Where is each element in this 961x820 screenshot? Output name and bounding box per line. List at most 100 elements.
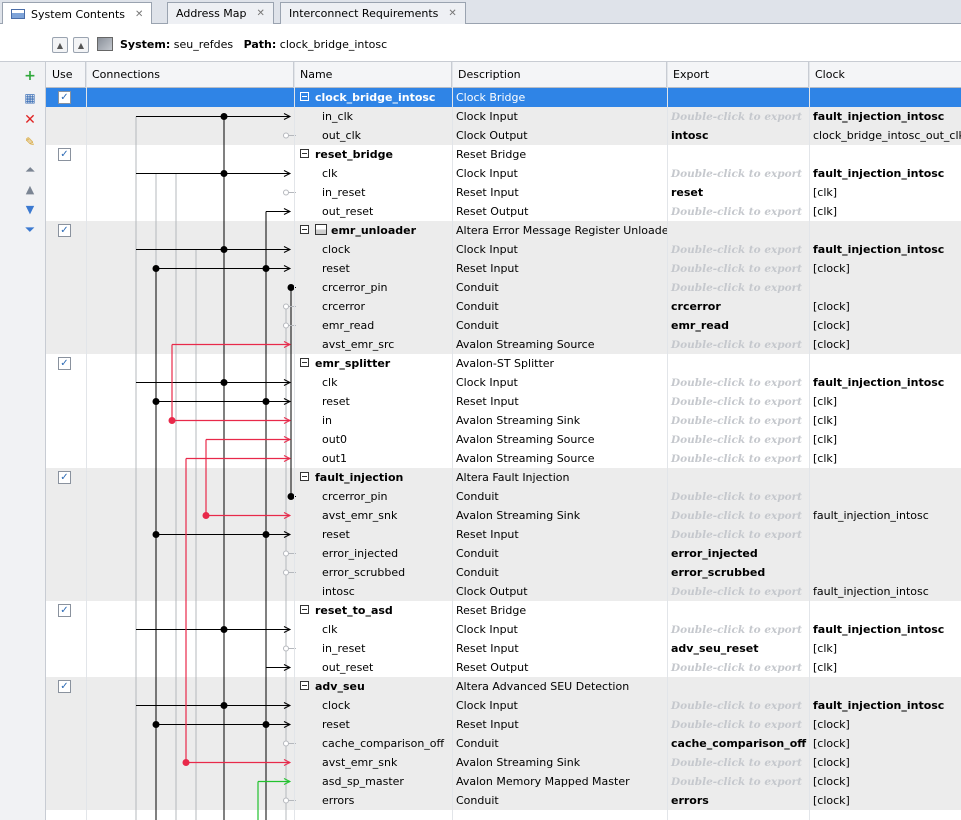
- name-cell[interactable]: clk: [294, 373, 452, 392]
- close-icon[interactable]: ✕: [448, 8, 456, 19]
- export-cell[interactable]: Double-click to export: [667, 107, 809, 126]
- export-cell[interactable]: Double-click to export: [667, 525, 809, 544]
- export-cell[interactable]: Double-click to export: [667, 430, 809, 449]
- export-cell[interactable]: adv_seu_reset: [667, 639, 809, 658]
- name-cell[interactable]: out_reset: [294, 202, 452, 221]
- junction-dot[interactable]: [283, 132, 289, 139]
- junction-dot[interactable]: [220, 702, 228, 709]
- clock-cell[interactable]: [809, 525, 961, 544]
- collapse-icon[interactable]: [300, 92, 309, 101]
- clock-cell[interactable]: [clock]: [809, 734, 961, 753]
- export-cell[interactable]: Double-click to export: [667, 658, 809, 677]
- clock-cell[interactable]: fault_injection_intosc: [809, 107, 961, 126]
- name-cell[interactable]: emr_read: [294, 316, 452, 335]
- junction-dot[interactable]: [262, 721, 270, 728]
- name-cell[interactable]: in_reset: [294, 183, 452, 202]
- export-cell[interactable]: [667, 221, 809, 240]
- export-cell[interactable]: Double-click to export: [667, 411, 809, 430]
- clock-cell[interactable]: [809, 563, 961, 582]
- col-export[interactable]: Export: [667, 62, 809, 88]
- clock-cell[interactable]: [clock]: [809, 335, 961, 354]
- close-icon[interactable]: ✕: [135, 9, 143, 20]
- junction-dot[interactable]: [152, 265, 160, 272]
- export-cell[interactable]: Double-click to export: [667, 487, 809, 506]
- export-cell[interactable]: Double-click to export: [667, 506, 809, 525]
- name-cell[interactable]: in_reset: [294, 639, 452, 658]
- export-cell[interactable]: Double-click to export: [667, 392, 809, 411]
- move-top-icon[interactable]: ⏶: [22, 162, 38, 178]
- name-cell[interactable]: emr_unloader: [294, 221, 452, 240]
- junction-dot[interactable]: [283, 569, 289, 576]
- name-cell[interactable]: clock_bridge_intosc: [294, 88, 452, 107]
- export-cell[interactable]: [667, 354, 809, 373]
- junction-dot[interactable]: [283, 189, 289, 196]
- clock-cell[interactable]: fault_injection_intosc: [809, 240, 961, 259]
- col-name[interactable]: Name: [294, 62, 452, 88]
- edit-icon[interactable]: ✎: [22, 134, 38, 150]
- clock-cell[interactable]: [809, 221, 961, 240]
- junction-dot[interactable]: [262, 531, 270, 538]
- col-use[interactable]: Use: [46, 62, 86, 88]
- use-checkbox[interactable]: ✓: [58, 91, 71, 104]
- name-cell[interactable]: reset: [294, 715, 452, 734]
- clock-cell[interactable]: [clock]: [809, 715, 961, 734]
- export-cell[interactable]: Double-click to export: [667, 259, 809, 278]
- clock-cell[interactable]: fault_injection_intosc: [809, 696, 961, 715]
- clock-cell[interactable]: fault_injection_intosc: [809, 582, 961, 601]
- export-cell[interactable]: [667, 468, 809, 487]
- export-cell[interactable]: intosc: [667, 126, 809, 145]
- name-cell[interactable]: clk: [294, 620, 452, 639]
- export-cell[interactable]: error_injected: [667, 544, 809, 563]
- export-cell[interactable]: errors: [667, 791, 809, 810]
- clock-cell[interactable]: [809, 544, 961, 563]
- remove-icon[interactable]: ✕: [22, 112, 38, 128]
- tab-interconnect-requirements[interactable]: Interconnect Requirements ✕: [280, 2, 466, 24]
- junction-dot[interactable]: [262, 265, 270, 272]
- name-cell[interactable]: in: [294, 411, 452, 430]
- name-cell[interactable]: out1: [294, 449, 452, 468]
- name-cell[interactable]: avst_emr_src: [294, 335, 452, 354]
- export-cell[interactable]: Double-click to export: [667, 164, 809, 183]
- export-cell[interactable]: error_scrubbed: [667, 563, 809, 582]
- collapse-icon[interactable]: [300, 605, 309, 614]
- name-cell[interactable]: out_clk: [294, 126, 452, 145]
- junction-dot[interactable]: [220, 379, 228, 386]
- name-cell[interactable]: error_scrubbed: [294, 563, 452, 582]
- clock-cell[interactable]: [809, 468, 961, 487]
- name-cell[interactable]: adv_seu: [294, 677, 452, 696]
- clock-cell[interactable]: [clock]: [809, 259, 961, 278]
- export-cell[interactable]: Double-click to export: [667, 278, 809, 297]
- close-icon[interactable]: ✕: [257, 8, 265, 19]
- clock-cell[interactable]: [clk]: [809, 411, 961, 430]
- junction-dot[interactable]: [220, 246, 228, 253]
- export-cell[interactable]: cache_comparison_off: [667, 734, 809, 753]
- name-cell[interactable]: fault_injection: [294, 468, 452, 487]
- collapse-all-button[interactable]: ▲: [52, 37, 68, 53]
- clock-cell[interactable]: [809, 487, 961, 506]
- junction-dot[interactable]: [152, 531, 160, 538]
- junction-dot[interactable]: [283, 303, 289, 310]
- clock-cell[interactable]: clock_bridge_intosc_out_clk: [809, 126, 961, 145]
- clock-cell[interactable]: [809, 354, 961, 373]
- collapse-icon[interactable]: [300, 472, 309, 481]
- name-cell[interactable]: in_clk: [294, 107, 452, 126]
- stream-junction[interactable]: [168, 417, 176, 424]
- export-cell[interactable]: Double-click to export: [667, 696, 809, 715]
- clock-cell[interactable]: [clk]: [809, 639, 961, 658]
- connect-icon[interactable]: ▦: [22, 90, 38, 106]
- use-checkbox[interactable]: ✓: [58, 224, 71, 237]
- export-cell[interactable]: [667, 88, 809, 107]
- name-cell[interactable]: cache_comparison_off: [294, 734, 452, 753]
- export-cell[interactable]: Double-click to export: [667, 715, 809, 734]
- junction-dot[interactable]: [283, 550, 289, 557]
- move-bottom-icon[interactable]: ⏷: [22, 222, 38, 238]
- use-checkbox[interactable]: ✓: [58, 471, 71, 484]
- export-cell[interactable]: [667, 601, 809, 620]
- tab-system-contents[interactable]: System Contents ✕: [2, 2, 153, 25]
- move-down-icon[interactable]: ▼: [22, 202, 38, 218]
- stream-junction[interactable]: [182, 759, 190, 766]
- name-cell[interactable]: reset: [294, 392, 452, 411]
- export-cell[interactable]: reset: [667, 183, 809, 202]
- export-cell[interactable]: Double-click to export: [667, 582, 809, 601]
- name-cell[interactable]: clk: [294, 164, 452, 183]
